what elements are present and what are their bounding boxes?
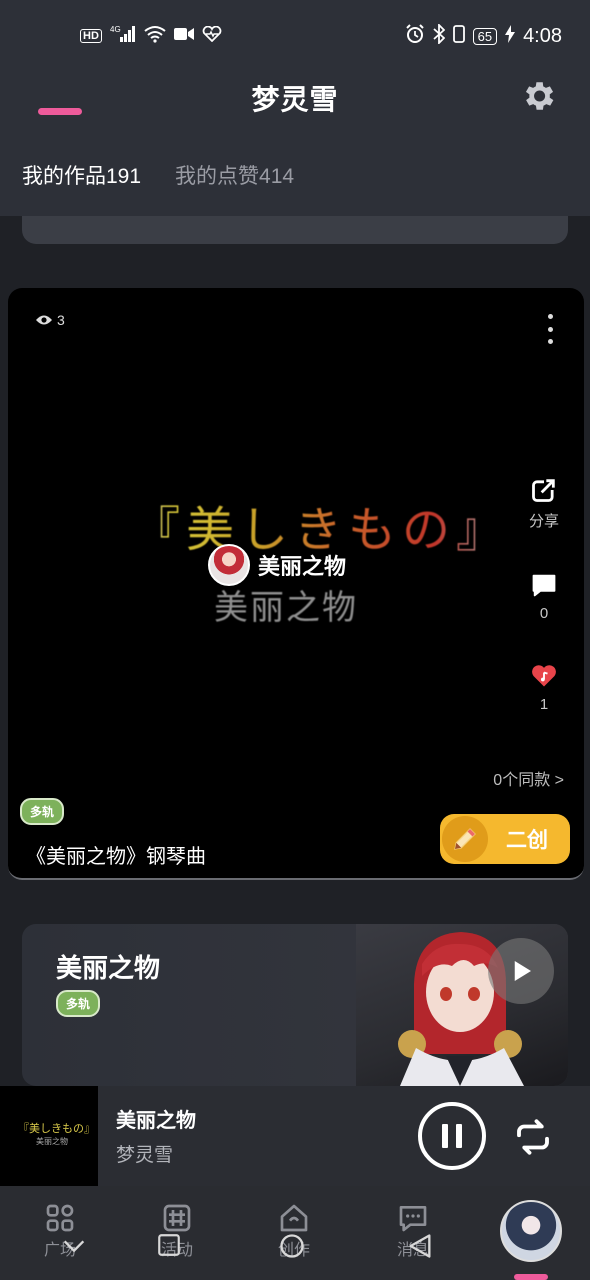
multitrack-tag: 多轨: [20, 798, 65, 825]
remix-button[interactable]: 二创: [440, 814, 570, 864]
profile-tabs: 我的作品191 我的点赞414: [22, 160, 294, 190]
status-left-icons: HD 4G: [80, 25, 222, 47]
pause-button[interactable]: [418, 1102, 486, 1170]
page-title: 梦灵雪: [251, 84, 339, 115]
like-button[interactable]: 1: [530, 662, 558, 713]
grid-icon: [46, 1204, 74, 1232]
cover-text-cn: 美丽之物: [36, 1137, 68, 1146]
comment-icon: [532, 574, 556, 597]
more-dot-icon: [547, 339, 553, 344]
system-back-icon[interactable]: [406, 1232, 434, 1260]
eye-icon: [36, 315, 52, 325]
view-count: 3: [36, 312, 65, 328]
wifi-icon: [144, 25, 166, 47]
system-home-icon[interactable]: [278, 1232, 306, 1260]
share-icon: [532, 478, 556, 502]
more-dot-icon: [547, 314, 553, 319]
system-back-chevron-icon[interactable]: [60, 1232, 88, 1260]
heart-monitor-icon: [202, 25, 222, 46]
comment-count: 0: [539, 605, 549, 622]
heart-music-icon: [532, 665, 556, 687]
play-button[interactable]: [488, 938, 554, 1004]
mini-player[interactable]: 『美しきもの』 美丽之物 美丽之物 梦灵雪: [0, 1086, 590, 1186]
cover-text-jp: 『美しきもの』: [18, 1123, 95, 1135]
system-recents-icon[interactable]: [156, 1232, 182, 1258]
mini-player-cover: 『美しきもの』 美丽之物: [0, 1086, 98, 1186]
like-count: 1: [539, 696, 549, 713]
hd-icon: HD: [80, 29, 102, 43]
battery-icon: 65: [472, 27, 498, 45]
hash-icon: [163, 1204, 191, 1232]
vibrate-icon: [452, 24, 465, 48]
share-button[interactable]: 分享: [529, 476, 559, 531]
multitrack-tag: 多轨: [56, 990, 101, 1017]
song-title: 《美丽之物》钢琴曲: [26, 846, 206, 868]
profile-header: 梦灵雪 我的作品191 我的点赞414: [0, 72, 590, 216]
track-title: 美丽之物: [56, 953, 161, 983]
tab-my-works[interactable]: 我的作品191: [22, 160, 141, 190]
nav-profile-avatar[interactable]: [500, 1200, 562, 1262]
status-right-icons: 65 4:08: [405, 22, 562, 48]
settings-button[interactable]: [518, 76, 558, 116]
more-options-button[interactable]: [542, 314, 558, 344]
play-icon: [514, 961, 531, 981]
author-name: 美丽之物: [258, 554, 347, 579]
loop-icon[interactable]: [512, 1116, 554, 1158]
track-card[interactable]: 美丽之物 多轨: [22, 924, 568, 1086]
tab-indicator: [38, 108, 82, 115]
video-icon: [173, 27, 194, 45]
comment-button[interactable]: 0: [530, 571, 558, 622]
pause-bar-icon: [456, 1124, 462, 1148]
previous-card-edge: [22, 216, 568, 244]
view-count-value: 3: [57, 312, 65, 328]
video-card[interactable]: 3 『美しきもの』 美丽之物 美丽之物 分享 0 1 0个同款 > 多轨 《美丽…: [8, 288, 584, 880]
remix-label: 二创: [506, 829, 548, 852]
tab-my-likes[interactable]: 我的点赞414: [175, 160, 294, 190]
artwork-title-cn: 美丽之物: [214, 588, 358, 628]
pencil-icon: [442, 816, 488, 862]
alarm-icon: [405, 24, 425, 48]
pause-bar-icon: [442, 1124, 448, 1148]
share-label: 分享: [528, 513, 559, 530]
chat-icon: [399, 1206, 427, 1232]
side-actions: 分享 0 1: [526, 476, 562, 753]
svg-text:4G: 4G: [110, 25, 121, 34]
bluetooth-icon: [432, 22, 445, 48]
more-dot-icon: [547, 326, 553, 332]
bottom-nav: 广场 活动 创作 消息: [0, 1186, 590, 1280]
gear-icon: [525, 82, 554, 110]
house-icon: [280, 1204, 308, 1232]
mini-player-title: 美丽之物: [116, 1110, 196, 1132]
mini-player-artist: 梦灵雪: [116, 1145, 174, 1166]
same-style-link[interactable]: 0个同款 >: [493, 766, 564, 790]
charging-icon: [505, 25, 516, 47]
nav-active-indicator: [514, 1274, 548, 1280]
status-bar: HD 4G 65 4:08: [0, 0, 590, 72]
track-thumbnail: [356, 924, 568, 1086]
clock: 4:08: [523, 24, 562, 47]
signal-icon: 4G: [110, 25, 136, 47]
